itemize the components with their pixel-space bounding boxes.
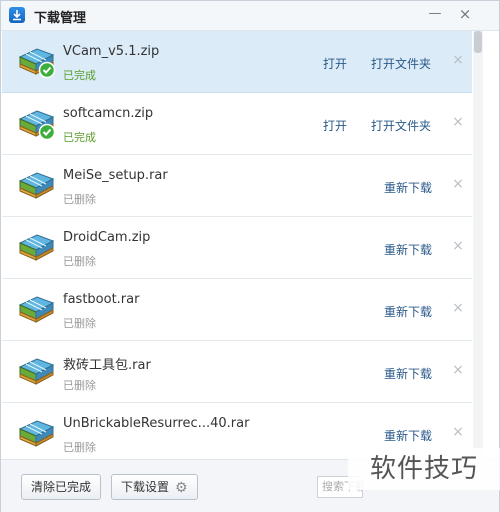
file-name: UnBrickableResurrec...40.rar — [63, 416, 250, 431]
remove-item-button[interactable]: × — [450, 423, 466, 441]
remove-item-button[interactable]: × — [450, 299, 466, 317]
download-list: VCam_v5.1.zip 已完成 打开 打开文件夹 × softcamcn.zip 已完成… — [2, 31, 472, 458]
download-row[interactable]: softcamcn.zip 已完成 打开 打开文件夹 × — [2, 93, 472, 155]
file-name: 救砖工具包.rar — [63, 358, 151, 373]
remove-item-button[interactable]: × — [450, 113, 466, 131]
remove-item-button[interactable]: × — [450, 51, 466, 69]
download-app-icon — [9, 7, 25, 23]
title-bar: 下载管理 — × — [1, 1, 499, 31]
download-status: 已删除 — [63, 255, 96, 268]
scrollbar[interactable] — [473, 31, 483, 458]
file-name: MeiSe_setup.rar — [63, 168, 168, 183]
download-settings-label: 下载设置 — [121, 480, 170, 494]
gear-icon: ⚙ — [175, 480, 188, 496]
archive-file-icon — [17, 229, 57, 265]
download-settings-button[interactable]: 下载设置 ⚙ — [111, 474, 198, 500]
download-status: 已完成 — [63, 131, 96, 144]
file-name: VCam_v5.1.zip — [63, 44, 160, 59]
file-name: fastboot.rar — [63, 292, 140, 307]
file-name: softcamcn.zip — [63, 106, 154, 121]
redownload-link[interactable]: 重新下载 — [384, 427, 432, 444]
archive-file-icon — [17, 43, 57, 79]
watermark: 软件技巧 — [348, 448, 500, 490]
download-row[interactable]: VCam_v5.1.zip 已完成 打开 打开文件夹 × — [2, 31, 472, 93]
remove-item-button[interactable]: × — [450, 361, 466, 379]
archive-file-icon — [17, 353, 57, 389]
file-name: DroidCam.zip — [63, 230, 151, 245]
remove-item-button[interactable]: × — [450, 175, 466, 193]
download-status: 已删除 — [63, 317, 96, 330]
download-row[interactable]: MeiSe_setup.rar 已删除 重新下载 × — [2, 155, 472, 217]
download-status: 已删除 — [63, 441, 96, 454]
download-status: 已删除 — [63, 379, 96, 392]
redownload-link[interactable]: 重新下载 — [384, 241, 432, 258]
download-manager-window: 下载管理 — × VCam_v5.1.zip 已完成 打开 打开文件夹 × softcam… — [0, 0, 500, 512]
redownload-link[interactable]: 重新下载 — [384, 365, 432, 382]
redownload-link[interactable]: 重新下载 — [384, 179, 432, 196]
archive-file-icon — [17, 105, 57, 141]
download-row[interactable]: DroidCam.zip 已删除 重新下载 × — [2, 217, 472, 279]
download-status: 已完成 — [63, 69, 96, 82]
open-folder-link[interactable]: 打开文件夹 — [371, 55, 431, 72]
remove-item-button[interactable]: × — [450, 237, 466, 255]
clear-completed-button[interactable]: 清除已完成 — [21, 474, 102, 500]
download-status: 已删除 — [63, 193, 96, 206]
redownload-link[interactable]: 重新下载 — [384, 303, 432, 320]
open-file-link[interactable]: 打开 — [323, 117, 347, 134]
minimize-button[interactable]: — — [423, 3, 447, 25]
open-file-link[interactable]: 打开 — [323, 55, 347, 72]
close-window-button[interactable]: × — [453, 3, 477, 25]
archive-file-icon — [17, 415, 57, 451]
download-row[interactable]: fastboot.rar 已删除 重新下载 × — [2, 279, 472, 341]
download-row[interactable]: 救砖工具包.rar 已删除 重新下载 × — [2, 341, 472, 403]
open-folder-link[interactable]: 打开文件夹 — [371, 117, 431, 134]
archive-file-icon — [17, 167, 57, 203]
window-title: 下载管理 — [34, 11, 87, 26]
archive-file-icon — [17, 291, 57, 327]
scrollbar-thumb[interactable] — [474, 31, 482, 53]
